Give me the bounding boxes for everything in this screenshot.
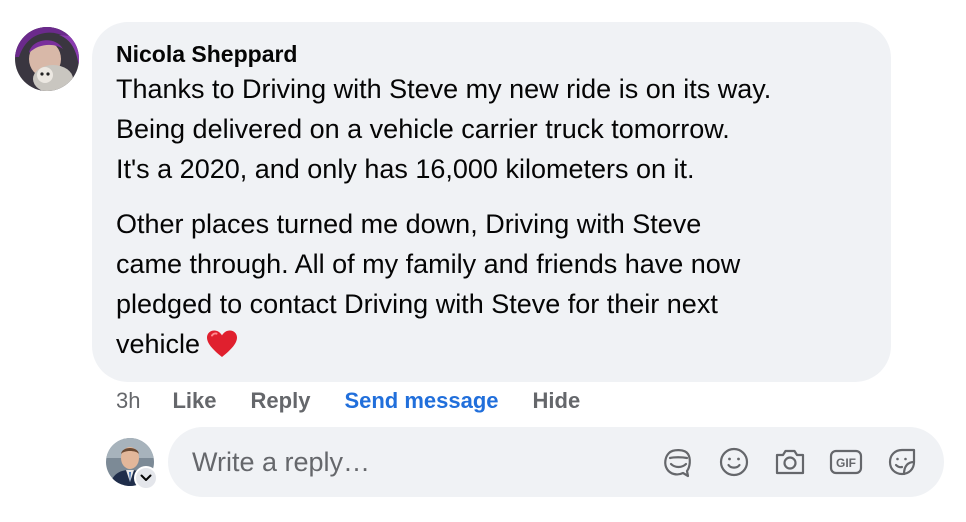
- comment-line: Other places turned me down, Driving wit…: [116, 209, 702, 239]
- sticker-icon[interactable]: [884, 444, 920, 480]
- heart-emoji-icon: [206, 329, 238, 370]
- hide-button[interactable]: Hide: [533, 388, 581, 414]
- like-button[interactable]: Like: [172, 388, 216, 414]
- comment-bubble: Nicola Sheppard Thanks to Driving with S…: [92, 22, 891, 382]
- avatar-sticker-icon[interactable]: [660, 444, 696, 480]
- comment-line: It's a 2020, and only has 16,000 kilomet…: [116, 154, 695, 184]
- comment-actions: 3h Like Reply Send message Hide: [116, 386, 614, 416]
- comment-line: Thanks to Driving with Steve my new ride…: [116, 74, 772, 104]
- comment-line-text: vehicle: [116, 329, 201, 359]
- comment-timestamp[interactable]: 3h: [116, 388, 140, 414]
- camera-icon[interactable]: [772, 444, 808, 480]
- commenter-avatar[interactable]: [15, 27, 79, 91]
- send-message-button[interactable]: Send message: [344, 388, 498, 414]
- composer-tools: GIF: [660, 444, 920, 480]
- gif-label: GIF: [836, 456, 856, 470]
- comment-paragraph-2: Other places turned me down, Driving wit…: [116, 204, 867, 370]
- comment-author[interactable]: Nicola Sheppard: [116, 39, 867, 69]
- comment-line: pledged to contact Driving with Steve fo…: [116, 289, 718, 319]
- comment-paragraph-1: Thanks to Driving with Steve my new ride…: [116, 69, 867, 189]
- comment-line-last: vehicle: [116, 324, 867, 370]
- chevron-down-icon[interactable]: [134, 466, 158, 490]
- comment-thread: Nicola Sheppard Thanks to Driving with S…: [0, 0, 966, 522]
- reply-input[interactable]: [192, 446, 660, 478]
- comment-line: Being delivered on a vehicle carrier tru…: [116, 114, 730, 144]
- reply-button[interactable]: Reply: [251, 388, 311, 414]
- current-user-avatar[interactable]: [106, 438, 158, 490]
- gif-icon[interactable]: GIF: [828, 444, 864, 480]
- reply-composer: GIF: [168, 427, 944, 497]
- emoji-icon[interactable]: [716, 444, 752, 480]
- comment-line: came through. All of my family and frien…: [116, 249, 741, 279]
